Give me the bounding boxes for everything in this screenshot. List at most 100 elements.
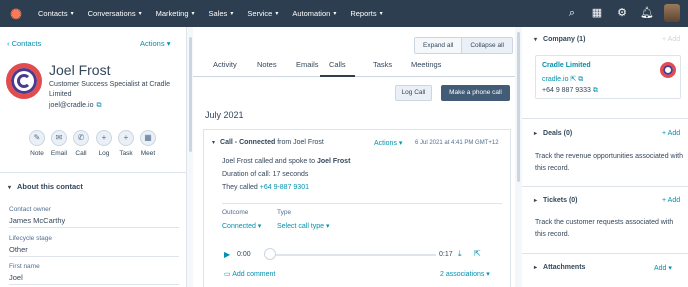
section-divider xyxy=(522,186,688,187)
scrollbar-thumb[interactable] xyxy=(517,32,520,182)
download-icon[interactable]: ⤓ xyxy=(458,249,462,259)
tab-calls[interactable]: Calls xyxy=(320,60,355,77)
call-summary-prefix: Joel Frost called and spoke to xyxy=(222,158,317,165)
contact-job-title[interactable]: Customer Success Specialist at Cradle Li… xyxy=(49,80,184,100)
quick-action-meet[interactable]: ▦ Meet xyxy=(136,130,160,157)
contact-name[interactable]: Joel Frost xyxy=(49,62,110,78)
audio-progress-handle[interactable] xyxy=(264,248,276,260)
search-icon[interactable]: ⌕ xyxy=(565,6,579,20)
contact-email-text[interactable]: joel@cradle.io xyxy=(49,102,93,109)
tickets-section-toggle[interactable]: ▸ Tickets (0) xyxy=(534,197,578,204)
about-section-toggle[interactable]: ▾ About this contact xyxy=(8,182,83,191)
outcome-dropdown[interactable]: Connected ▾ xyxy=(222,222,261,230)
lifecycle-stage-value[interactable]: Other xyxy=(9,245,28,254)
company-section-toggle[interactable]: ▾ Company (1) xyxy=(534,36,585,43)
add-comment-label: Add comment xyxy=(232,271,276,278)
tab-activity[interactable]: Activity xyxy=(213,60,237,77)
bell-icon[interactable]: 🔔︎ xyxy=(640,6,654,20)
tab-meetings[interactable]: Meetings xyxy=(411,60,441,77)
quick-action-call[interactable]: ✆ Call xyxy=(69,130,93,157)
quick-action-log[interactable]: + Log xyxy=(92,130,116,157)
field-label: Lifecycle stage xyxy=(9,235,52,242)
collapse-all-button[interactable]: Collapse all xyxy=(461,38,512,53)
chevron-right-icon: ▸ xyxy=(534,198,538,204)
tickets-heading: Tickets (0) xyxy=(543,197,578,204)
marketplace-icon[interactable]: ▦ xyxy=(590,6,604,20)
hubspot-logo-icon[interactable]: ✺ xyxy=(8,6,24,22)
outcome-label: Outcome xyxy=(222,209,249,216)
tab-emails[interactable]: Emails xyxy=(296,60,319,77)
contact-owner-value[interactable]: James McCarthy xyxy=(9,216,65,225)
add-ticket-button[interactable]: + Add xyxy=(662,197,680,204)
nav-service[interactable]: Service ▾ xyxy=(247,9,278,18)
make-phone-call-button[interactable]: Make a phone call xyxy=(441,85,510,101)
company-card: Cradle Limited cradle.io ⇱ ⧉ +64 9 887 9… xyxy=(535,55,681,99)
quick-action-note[interactable]: ✎ Note xyxy=(25,130,49,157)
call-actions-dropdown[interactable]: Actions ▾ xyxy=(374,139,402,147)
quick-action-label: Note xyxy=(30,150,44,157)
attachments-section-toggle[interactable]: ▸ Attachments xyxy=(534,264,585,271)
chevron-down-icon: ▾ xyxy=(70,11,74,17)
deals-empty-text: Track the revenue opportunities associat… xyxy=(535,153,683,172)
tab-notes[interactable]: Notes xyxy=(257,60,277,77)
external-link-icon[interactable]: ⇱ xyxy=(570,76,576,83)
copy-icon[interactable]: ⧉ xyxy=(593,87,598,94)
call-number-line: They called +64 9-887 9301 xyxy=(222,184,309,191)
company-name-link[interactable]: Cradle Limited xyxy=(542,62,591,69)
quick-action-label: Task xyxy=(119,150,133,157)
copy-icon[interactable]: ⧉ xyxy=(96,102,101,109)
play-icon[interactable]: ▶ xyxy=(224,250,230,259)
nav-label: Marketing xyxy=(155,9,189,18)
quick-action-email[interactable]: ✉ Email xyxy=(47,130,71,157)
player-end-time: 0:17 xyxy=(439,251,453,258)
associations-dropdown[interactable]: 2 associations ▾ xyxy=(440,270,490,278)
nav-automation[interactable]: Automation ▾ xyxy=(292,9,336,18)
expand-all-button[interactable]: Expand all xyxy=(415,38,462,53)
copy-icon[interactable]: ⧉ xyxy=(578,76,583,83)
pencil-icon: ✎ xyxy=(29,130,45,146)
contact-actions-dropdown[interactable]: Actions ▾ xyxy=(140,39,170,48)
nav-marketing[interactable]: Marketing ▾ xyxy=(156,9,195,18)
scrollbar-thumb[interactable] xyxy=(189,37,192,152)
audio-progress-track[interactable] xyxy=(271,254,436,256)
first-name-value[interactable]: Joel xyxy=(9,273,23,282)
comment-icon: ▭ xyxy=(224,271,231,278)
nav-contacts[interactable]: Contacts ▾ xyxy=(38,9,74,18)
call-activity-card: ▾ Call - Connected from Joel Frost Action… xyxy=(203,129,511,287)
card-divider xyxy=(222,203,502,204)
gear-icon[interactable]: ⚙ xyxy=(615,6,629,20)
nav-reports[interactable]: Reports ▾ xyxy=(350,9,382,18)
tab-tasks[interactable]: Tasks xyxy=(373,60,392,77)
user-avatar[interactable] xyxy=(664,4,680,22)
chevron-down-icon: ▾ xyxy=(333,11,337,17)
chevron-right-icon: ▸ xyxy=(534,265,538,271)
add-attachment-label: Add xyxy=(654,265,667,272)
quick-action-label: Meet xyxy=(140,150,156,157)
call-type-dropdown[interactable]: Select call type ▾ xyxy=(277,222,330,230)
deals-section-toggle[interactable]: ▸ Deals (0) xyxy=(534,130,572,137)
add-comment-button[interactable]: ▭ Add comment xyxy=(224,270,275,278)
activity-timeline: Expand all Collapse all Activity Notes E… xyxy=(193,27,515,287)
quick-action-task[interactable]: + Task xyxy=(114,130,138,157)
back-to-contacts-link[interactable]: ‹ Contacts xyxy=(7,39,41,48)
company-phone-text[interactable]: +64 9 887 9333 xyxy=(542,87,591,94)
nav-label: Reports xyxy=(350,9,377,18)
nav-utility-icons: ⌕ ▦ ⚙ 🔔︎ xyxy=(554,4,680,22)
call-card-header[interactable]: ▾ Call - Connected from Joel Frost xyxy=(212,139,324,146)
add-deal-button[interactable]: + Add xyxy=(662,130,680,137)
timeline-scrollbar[interactable] xyxy=(516,27,521,287)
add-company-button[interactable]: + Add xyxy=(662,36,680,43)
chevron-down-icon: ▾ xyxy=(191,11,195,17)
nav-label: Sales xyxy=(208,9,228,18)
log-call-button[interactable]: Log Call xyxy=(395,85,432,101)
contact-email: joel@cradle.io ⧉ xyxy=(49,102,101,110)
external-link-icon[interactable]: ⇱ xyxy=(474,249,481,258)
add-attachment-dropdown[interactable]: Add ▾ xyxy=(654,264,672,272)
nav-sales[interactable]: Sales ▾ xyxy=(209,9,234,18)
call-number-link[interactable]: +64 9-887 9301 xyxy=(260,184,309,191)
nav-conversations[interactable]: Conversations ▾ xyxy=(88,9,142,18)
quick-action-label: Call xyxy=(75,150,87,157)
back-label: Contacts xyxy=(11,39,42,48)
attachments-heading: Attachments xyxy=(543,264,586,271)
company-domain-link[interactable]: cradle.io xyxy=(542,76,568,83)
